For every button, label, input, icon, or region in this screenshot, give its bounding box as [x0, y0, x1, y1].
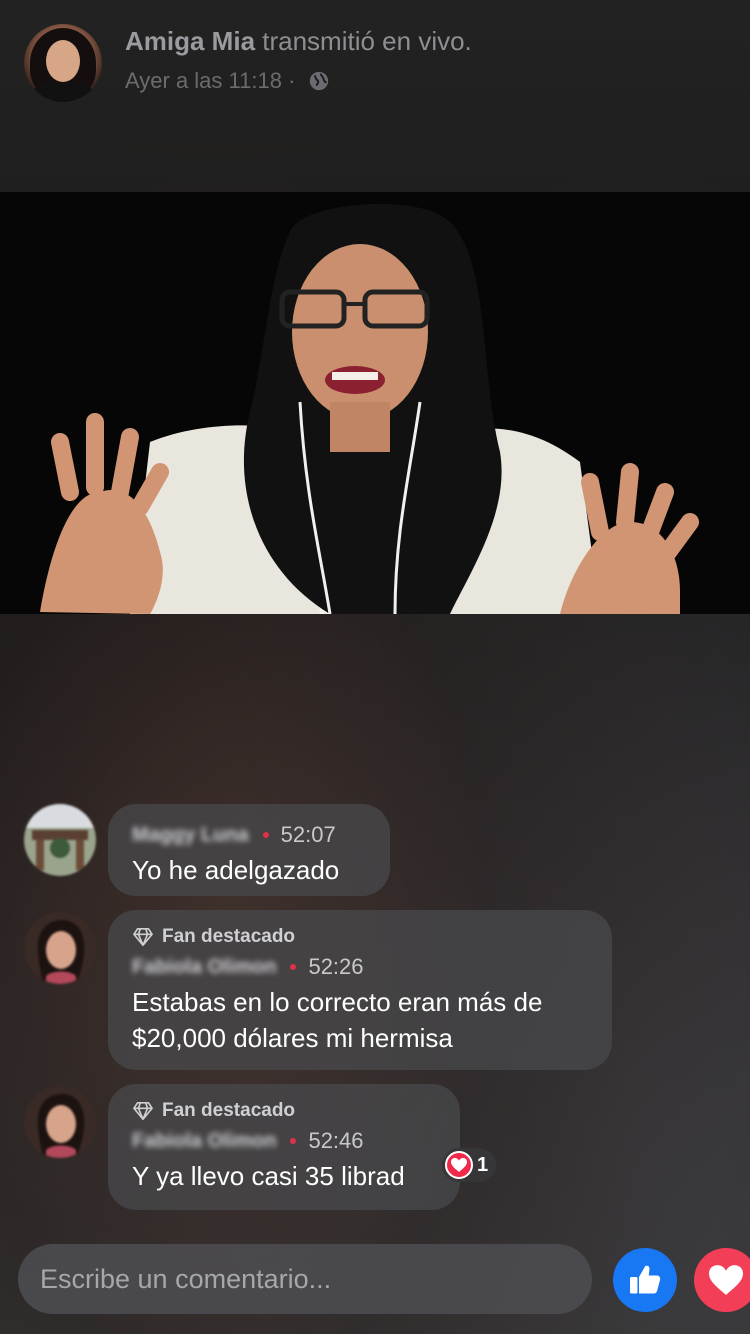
post-header: Amiga Mia transmitió en vivo. Ayer a las… [24, 24, 726, 104]
reaction-count: 1 [477, 1153, 489, 1176]
live-video[interactable] [0, 192, 750, 614]
top-fan-badge: Fan destacado [132, 1098, 436, 1124]
comment-bubble[interactable]: Maggy Luna 52:07 Yo he adelgazado [108, 804, 390, 896]
comment-meta: Fabiola Olimon 52:46 [132, 1124, 436, 1158]
diamond-icon [133, 928, 153, 946]
thumbs-up-icon [630, 1265, 661, 1294]
globe-icon [309, 71, 328, 91]
separator-dot [290, 1138, 297, 1144]
separator-dot [262, 832, 269, 838]
comment-text: Y ya llevo casi 35 librad [132, 1161, 405, 1191]
comment-bubble[interactable]: Fan destacado Fabiola Olimon 52:26 Estab… [108, 910, 612, 1070]
commenter-avatar[interactable] [24, 1086, 96, 1158]
post-title: Amiga Mia transmitió en vivo. [125, 26, 472, 57]
like-button[interactable] [613, 1248, 677, 1312]
commenter-avatar[interactable] [24, 804, 96, 876]
commenter-avatar[interactable] [24, 912, 96, 984]
comment-author[interactable]: Fabiola Olimon [132, 1130, 276, 1153]
separator-dot [290, 964, 297, 970]
host-name[interactable]: Amiga Mia [125, 26, 255, 56]
comment-meta: Maggy Luna 52:07 [132, 818, 366, 852]
post-action: transmitió en vivo. [255, 26, 472, 56]
top-fan-badge: Fan destacado [132, 924, 588, 950]
reaction-summary[interactable]: 1 [442, 1148, 497, 1182]
comment-input[interactable] [18, 1244, 592, 1314]
comment-text: Estabas en lo correcto eran más de $20,0… [132, 987, 543, 1053]
love-button[interactable] [694, 1248, 750, 1312]
comment-time[interactable]: 52:46 [308, 1128, 363, 1154]
comment-time[interactable]: 52:26 [308, 954, 363, 980]
comment-time[interactable]: 52:07 [281, 822, 336, 848]
comment-author[interactable]: Maggy Luna [132, 824, 249, 847]
diamond-icon [133, 1102, 153, 1120]
video-frame [0, 192, 750, 614]
comment-text: Yo he adelgazado [132, 855, 340, 885]
love-reaction-icon [445, 1151, 473, 1179]
comment-meta: Fabiola Olimon 52:26 [132, 950, 588, 984]
comment-author[interactable]: Fabiola Olimon [132, 956, 276, 979]
post-timestamp-row: Ayer a las 11:18 · [125, 68, 330, 94]
post-timestamp[interactable]: Ayer a las 11:18 · [125, 68, 295, 93]
comment-bubble[interactable]: Fan destacado Fabiola Olimon 52:46 Y ya … [108, 1084, 460, 1210]
heart-icon [709, 1265, 743, 1295]
badge-label: Fan destacado [162, 926, 296, 947]
badge-label: Fan destacado [162, 1100, 296, 1121]
host-avatar[interactable] [24, 24, 102, 102]
